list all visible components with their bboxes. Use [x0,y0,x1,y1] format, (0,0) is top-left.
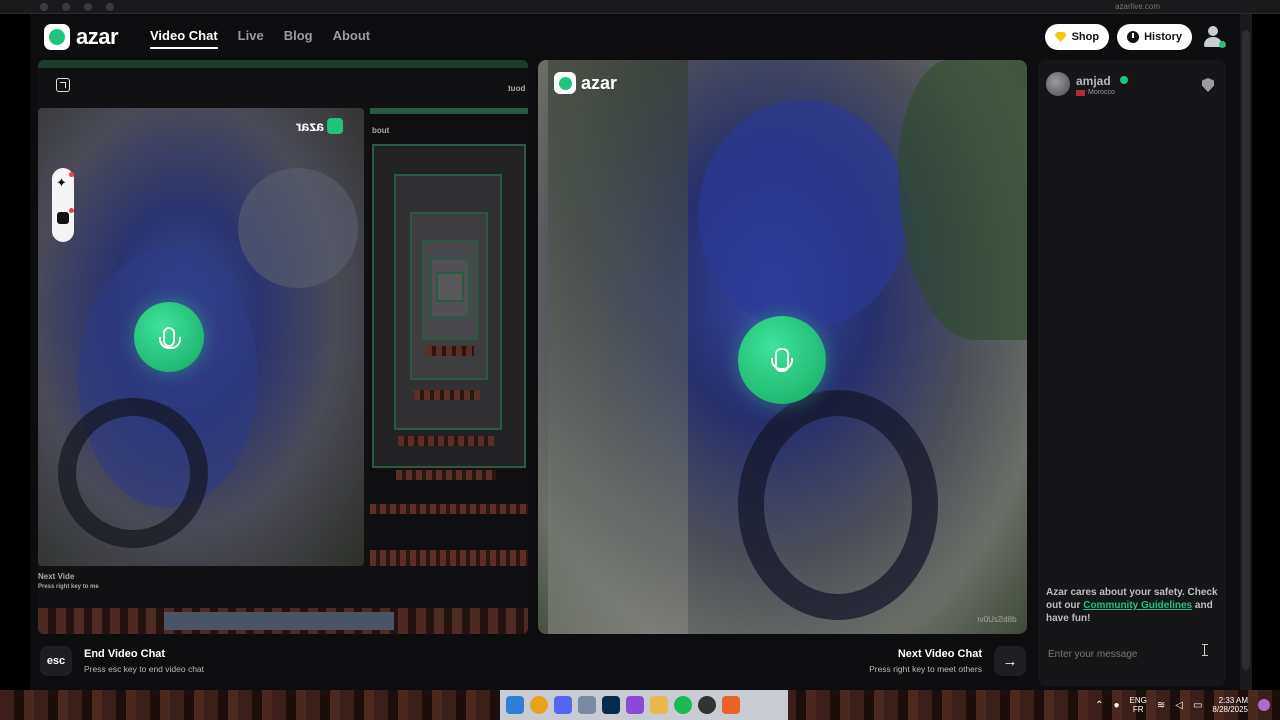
lang-top: ENG [1129,696,1147,705]
mirrored-next-sub: Press right key to me [38,584,99,590]
chat-panel: amjad Morocco Azar cares about your safe… [1038,60,1226,686]
header-actions: Shop History [1044,24,1226,50]
screen-recursion-preview: bout [370,108,528,566]
system-tray: ⌃ ● ENG FR ≋ ◁ ▭ 2:33 AM 8/28/2025 [1095,690,1270,720]
taskbar-apps [500,690,788,720]
azar-logo[interactable]: azar [44,24,119,50]
face-filter-icon[interactable] [57,212,69,224]
app-icon[interactable] [722,696,740,714]
shop-button[interactable]: Shop [1044,24,1110,50]
partner-mic-button[interactable] [738,316,826,404]
photoshop-icon[interactable] [602,696,620,714]
self-mic-button[interactable] [134,302,204,372]
partner-video-panel: azar d8bSzU0vr [538,60,1027,634]
user-id-watermark: d8bSzU0vr [977,615,1017,624]
browser-tab-icons [40,3,114,11]
end-chat-title: End Video Chat [84,648,166,660]
report-shield-icon[interactable] [1202,78,1214,92]
file-icon[interactable] [578,696,596,714]
visual-studio-icon[interactable] [626,696,644,714]
text-cursor-icon [1202,644,1210,656]
effects-toolbar: ✦ [52,168,74,242]
community-guidelines-link[interactable]: Community Guidelines [1083,600,1192,611]
azar-logo-icon [554,72,576,94]
next-chat-hint: Press right key to meet others [869,664,982,674]
next-chat-arrow-button[interactable]: → [994,646,1026,676]
chrome-icon[interactable] [530,696,548,714]
browser-back-icon[interactable] [40,3,48,11]
language-indicator[interactable]: ENG FR [1130,696,1147,714]
browser-tab-strip: azarlive.com [0,0,1280,14]
mirrored-taskbar [164,612,394,630]
partner-avatar[interactable] [1046,72,1070,96]
microphone-icon [771,348,793,372]
os-taskbar: ⌃ ● ENG FR ≋ ◁ ▭ 2:33 AM 8/28/2025 [0,690,1280,720]
azar-logo-icon [327,118,344,134]
partner-country: Morocco [1088,89,1115,96]
call-controls: esc End Video Chat Press esc key to end … [30,640,1030,686]
azar-app: azar Video Chat Live Blog About Shop His… [30,14,1240,690]
spotify-icon[interactable] [674,696,692,714]
morocco-flag-icon [1076,90,1085,96]
expand-icon[interactable] [56,78,70,92]
online-status-dot [1219,41,1226,48]
tunnel-about-text: bout [372,126,390,135]
microphone-tray-icon[interactable]: ● [1113,700,1119,711]
shop-label: Shop [1071,31,1100,43]
windows-start-icon[interactable] [506,696,524,714]
browser-url[interactable]: azarlive.com [1115,2,1160,11]
arrow-right-icon: → [1002,652,1018,670]
end-chat-key-button[interactable]: esc [40,646,72,676]
preview-bottom-strip [38,608,528,634]
main-nav: Video Chat Live Blog About [150,28,370,49]
message-input[interactable] [1046,640,1218,668]
history-button[interactable]: History [1117,24,1192,50]
history-label: History [1144,31,1182,43]
azar-logo-icon [44,24,70,50]
battery-icon[interactable]: ▭ [1193,700,1202,711]
clock-icon [1127,31,1140,43]
end-chat-hint: Press esc key to end video chat [84,664,205,674]
clock[interactable]: 2:33 AM 8/28/2025 [1212,696,1248,714]
folder-icon[interactable] [650,696,668,714]
microphone-icon [159,327,181,349]
next-chat-title: Next Video Chat [897,648,982,660]
wifi-icon[interactable]: ≋ [1157,700,1165,711]
nav-video-chat[interactable]: Video Chat [150,28,218,49]
scrollbar-thumb[interactable] [1242,30,1250,670]
clock-time: 2:33 AM [1218,696,1248,705]
notification-dot [69,172,74,177]
browser-reload-icon[interactable] [84,3,92,11]
nav-about[interactable]: About [333,28,371,49]
self-preview-panel: bout azar ✦ bout Next Vide Press right k… [38,60,528,634]
notification-badge-icon[interactable] [1258,699,1270,711]
self-camera-video: azar ✦ [38,108,364,566]
notification-dot [69,208,74,213]
partner-azar-logo: azar [554,72,617,94]
sparkle-effects-icon[interactable]: ✦ [56,176,67,190]
mirrored-about-text: bout [508,84,526,93]
chevron-up-icon[interactable]: ⌃ [1095,700,1103,711]
safety-notice: Azar cares about your safety. Check out … [1046,586,1218,625]
partner-name: amjad [1076,74,1111,88]
browser-forward-icon[interactable] [62,3,70,11]
lang-bottom: FR [1132,705,1144,714]
discord-icon[interactable] [554,696,572,714]
verified-icon [1120,76,1128,84]
mirrored-azar-logo: azar [296,118,344,134]
clock-date: 8/28/2025 [1212,705,1248,714]
nav-live[interactable]: Live [238,28,264,49]
preview-topbar [38,60,528,68]
mirrored-next-title: Next Vide [38,572,75,581]
profile-avatar-icon[interactable] [1200,24,1226,50]
browser-tab-icon[interactable] [106,3,114,11]
logo-text: azar [76,24,119,49]
nav-blog[interactable]: Blog [284,28,313,49]
steam-icon[interactable] [698,696,716,714]
volume-icon[interactable]: ◁ [1175,700,1183,711]
gem-icon [1054,32,1067,42]
header: azar Video Chat Live Blog About Shop His… [30,14,1240,60]
